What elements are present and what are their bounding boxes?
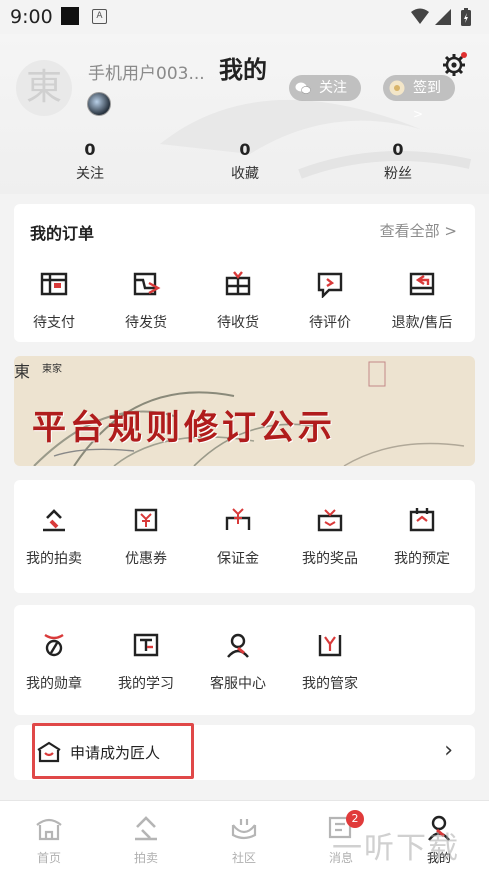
refund-icon — [409, 272, 435, 296]
orders-card: 我的订单 查看全部 > 待支付 待发货 待收货 待评价 退款/售后 — [14, 204, 475, 342]
stat-label: 关注 — [76, 166, 104, 182]
stat-following[interactable]: 0 关注 — [45, 140, 135, 183]
stat-fans[interactable]: 0 粉丝 — [353, 140, 443, 183]
pending-receipt-icon — [225, 271, 251, 296]
coin-icon — [389, 80, 405, 96]
service-prize[interactable]: 我的奖品 — [284, 506, 376, 568]
status-bar: 9:00 A — [0, 0, 489, 34]
view-all-orders-link[interactable]: 查看全部 > — [380, 220, 457, 241]
banner-headline: 平台规则修订公示 — [32, 408, 336, 448]
pending-payment-icon — [40, 272, 68, 296]
banner-brand: 東家 — [42, 364, 62, 375]
service-deposit[interactable]: 保证金 — [192, 506, 284, 568]
tab-label: 拍卖 — [133, 851, 158, 865]
pending-review-icon — [317, 272, 343, 299]
order-label: 待评价 — [309, 315, 351, 331]
avatar[interactable]: 東 — [16, 60, 72, 116]
service-my-auction[interactable]: 我的拍卖 — [8, 506, 100, 568]
service-label: 我的预定 — [394, 551, 450, 567]
checkin-label: 签到 > — [413, 80, 441, 121]
watermark: 一听下载 — [332, 831, 460, 866]
tab-home[interactable]: 首页 — [14, 815, 84, 866]
medal-icon — [44, 633, 64, 657]
order-pending-review[interactable]: 待评价 — [284, 270, 376, 332]
stat-value: 0 — [84, 140, 96, 159]
stat-label: 粉丝 — [384, 166, 412, 182]
stat-value: 0 — [392, 140, 404, 159]
service-label: 客服中心 — [210, 676, 266, 692]
service-label: 我的奖品 — [302, 551, 358, 567]
services-card-2: 我的勋章 我的学习 客服中心 我的管家 — [14, 605, 475, 715]
service-my-study[interactable]: 我的学习 — [100, 631, 192, 693]
order-pending-payment[interactable]: 待支付 — [8, 270, 100, 332]
prize-icon — [317, 509, 343, 532]
service-label: 我的勋章 — [26, 676, 82, 692]
orders-title: 我的订单 — [30, 224, 95, 243]
apply-craftsman-row[interactable]: 申请成为匠人 › — [14, 723, 475, 780]
status-icons — [411, 8, 471, 26]
settings-gear-icon[interactable] — [441, 52, 467, 78]
wifi-icon — [411, 8, 429, 24]
service-label: 保证金 — [217, 551, 259, 567]
deposit-icon — [225, 508, 251, 530]
status-time: 9:00 — [10, 6, 53, 28]
tab-label: 社区 — [231, 851, 256, 865]
service-my-butler[interactable]: 我的管家 — [284, 631, 376, 693]
chevron-right-icon: › — [444, 738, 453, 763]
page-title: 我的 — [219, 56, 267, 84]
tab-auction[interactable]: 拍卖 — [111, 815, 181, 866]
service-reservation[interactable]: 我的预定 — [376, 506, 468, 568]
level-medal-icon[interactable] — [87, 92, 111, 116]
service-my-medal[interactable]: 我的勋章 — [8, 631, 100, 693]
home-icon — [36, 818, 62, 841]
tab-label: 首页 — [36, 851, 61, 865]
app-notification-icon: A — [92, 9, 107, 24]
notification-square-icon — [61, 7, 79, 25]
follow-label: 关注 — [319, 80, 347, 96]
service-label: 我的管家 — [302, 676, 358, 692]
order-label: 退款/售后 — [391, 315, 453, 331]
banner-pager — [227, 456, 266, 466]
order-pending-receipt[interactable]: 待收货 — [192, 270, 284, 332]
auction-icon — [43, 509, 65, 532]
signal-icon — [435, 9, 451, 25]
stat-label: 收藏 — [231, 166, 259, 182]
customer-service-icon — [227, 633, 249, 658]
checkin-button[interactable]: 签到 > — [383, 75, 455, 121]
service-label: 优惠券 — [125, 551, 167, 567]
wechat-icon — [295, 82, 311, 94]
craftsman-icon — [37, 741, 61, 763]
butler-icon — [318, 635, 342, 657]
apply-craftsman-label: 申请成为匠人 — [70, 744, 161, 762]
announcement-banner[interactable]: 東 東家 平台规则修订公示 — [14, 356, 475, 466]
order-label: 待支付 — [33, 315, 75, 331]
service-coupon[interactable]: 优惠券 — [100, 506, 192, 568]
order-pending-shipment[interactable]: 待发货 — [100, 270, 192, 332]
banner-logo: 東 — [14, 362, 31, 381]
stat-value: 0 — [239, 140, 251, 159]
service-label: 我的拍卖 — [26, 551, 82, 567]
coupon-icon — [134, 508, 158, 532]
order-refund[interactable]: 退款/售后 — [376, 270, 468, 332]
reservation-icon — [409, 508, 435, 532]
service-label: 我的学习 — [118, 676, 174, 692]
order-label: 待发货 — [125, 315, 167, 331]
community-icon — [231, 819, 257, 840]
order-label: 待收货 — [217, 315, 259, 331]
username[interactable]: 手机用户003... — [88, 59, 205, 84]
study-icon — [133, 633, 159, 657]
services-card: 我的拍卖 优惠券 保证金 我的奖品 我的预定 — [14, 480, 475, 593]
stat-favorites[interactable]: 0 收藏 — [200, 140, 290, 183]
pending-shipment-icon — [133, 272, 161, 296]
follow-wechat-button[interactable]: 关注 — [289, 75, 361, 101]
service-customer-center[interactable]: 客服中心 — [192, 631, 284, 693]
tab-community[interactable]: 社区 — [209, 815, 279, 866]
auction-tab-icon — [135, 816, 157, 841]
